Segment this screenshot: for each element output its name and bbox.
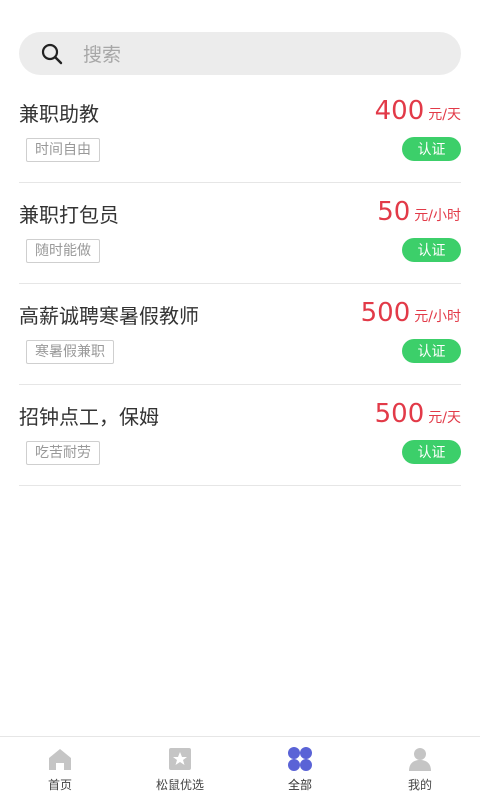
pay-unit: 元/天 — [428, 107, 461, 123]
job-pay: 400 元/天 — [375, 96, 461, 126]
job-item[interactable]: 高薪诚聘寒暑假教师 寒暑假兼职 500 元/小时 认证 — [19, 284, 461, 385]
job-tag: 随时能做 — [26, 239, 100, 263]
star-card-icon — [167, 746, 193, 772]
job-list: 兼职助教 时间自由 400 元/天 认证 兼职打包员 随时能做 50 元/小时 认证… — [19, 82, 461, 486]
job-pay: 500 元/小时 — [361, 298, 461, 328]
search-icon — [41, 43, 63, 65]
job-tag: 吃苦耐劳 — [26, 441, 100, 465]
bottom-tab-bar: 首页 松鼠优选 全部 我的 — [0, 736, 480, 800]
tab-label: 全部 — [287, 778, 312, 792]
home-icon — [47, 746, 73, 772]
job-title: 兼职助教 — [19, 102, 99, 126]
search-bar[interactable]: 搜索 — [19, 32, 461, 75]
tab-all[interactable]: 全部 — [240, 737, 360, 800]
job-title: 招钟点工，保姆 — [19, 405, 159, 429]
verified-badge: 认证 — [402, 238, 461, 262]
job-tag: 时间自由 — [26, 138, 100, 162]
pay-amount: 400 — [374, 96, 425, 126]
verified-badge: 认证 — [402, 339, 461, 363]
tab-label: 松鼠优选 — [155, 778, 204, 792]
search-placeholder: 搜索 — [83, 44, 122, 66]
pay-amount: 50 — [377, 197, 411, 227]
pay-amount: 500 — [374, 399, 425, 429]
user-icon — [407, 746, 433, 772]
tab-featured[interactable]: 松鼠优选 — [120, 737, 240, 800]
grid-icon — [287, 746, 313, 772]
pay-unit: 元/小时 — [414, 309, 461, 325]
job-title: 兼职打包员 — [19, 203, 119, 227]
pay-amount: 500 — [360, 298, 411, 328]
tab-label: 首页 — [47, 778, 72, 792]
job-item[interactable]: 招钟点工，保姆 吃苦耐劳 500 元/天 认证 — [19, 385, 461, 486]
job-item[interactable]: 兼职打包员 随时能做 50 元/小时 认证 — [19, 183, 461, 284]
verified-badge: 认证 — [402, 137, 461, 161]
pay-unit: 元/小时 — [414, 208, 461, 224]
job-tag: 寒暑假兼职 — [26, 340, 114, 364]
job-pay: 50 元/小时 — [377, 197, 461, 227]
tab-label: 我的 — [407, 778, 432, 792]
tab-profile[interactable]: 我的 — [360, 737, 480, 800]
job-item[interactable]: 兼职助教 时间自由 400 元/天 认证 — [19, 82, 461, 183]
tab-home[interactable]: 首页 — [0, 737, 120, 800]
pay-unit: 元/天 — [428, 410, 461, 426]
job-title: 高薪诚聘寒暑假教师 — [19, 304, 199, 328]
job-pay: 500 元/天 — [375, 399, 461, 429]
verified-badge: 认证 — [402, 440, 461, 464]
